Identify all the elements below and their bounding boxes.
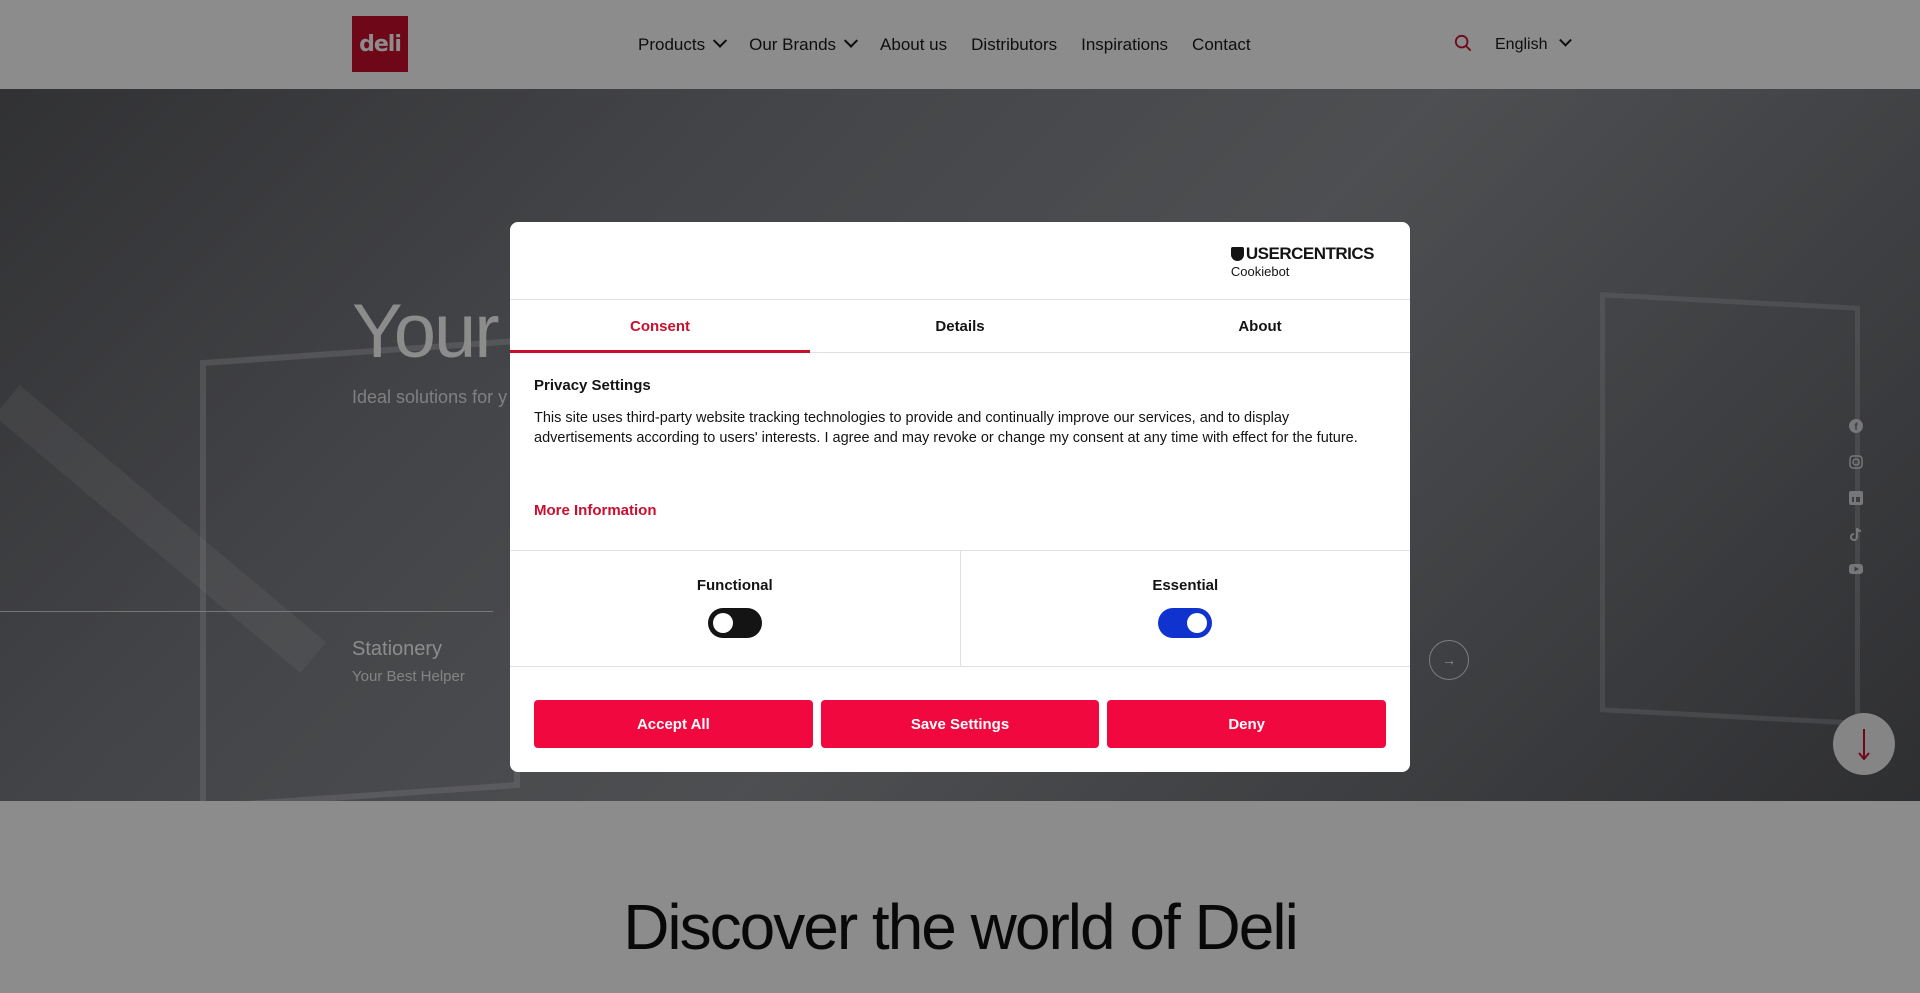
privacy-settings-text: This site uses third-party website track… [534, 410, 1358, 446]
tab-about[interactable]: About [1110, 300, 1410, 352]
toggle-knob [1187, 613, 1208, 633]
tab-consent[interactable]: Consent [510, 300, 810, 353]
functional-label: Functional [696, 577, 773, 594]
more-information-link[interactable]: More Information [534, 502, 657, 519]
dialog-actions: Accept All Save Settings Deny [510, 667, 1410, 748]
dialog-header: USERCENTRICS Cookiebot [510, 222, 1410, 300]
toggle-knob [712, 613, 733, 633]
functional-toggle-group: Functional [510, 551, 960, 666]
dialog-body: Privacy Settings This site uses third-pa… [510, 353, 1410, 550]
privacy-settings-title: Privacy Settings [534, 377, 651, 394]
dialog-tabs: Consent Details About [510, 300, 1410, 353]
consent-toggles: Functional Essential [510, 550, 1410, 667]
usercentrics-logo: USERCENTRICS Cookiebot [1230, 244, 1375, 279]
functional-toggle[interactable] [707, 608, 762, 638]
essential-toggle[interactable] [1158, 608, 1213, 638]
brand-product: Cookiebot [1230, 264, 1290, 279]
essential-label: Essential [1152, 577, 1219, 594]
brand-name: USERCENTRICS [1245, 244, 1375, 263]
cookie-consent-dialog: USERCENTRICS Cookiebot Consent Details A… [510, 222, 1410, 772]
essential-toggle-group: Essential [959, 551, 1411, 666]
accept-all-button[interactable]: Accept All [534, 700, 813, 748]
shield-icon [1230, 247, 1244, 261]
tab-details[interactable]: Details [810, 300, 1110, 352]
save-settings-button[interactable]: Save Settings [820, 700, 1100, 748]
deny-button[interactable]: Deny [1107, 700, 1387, 748]
